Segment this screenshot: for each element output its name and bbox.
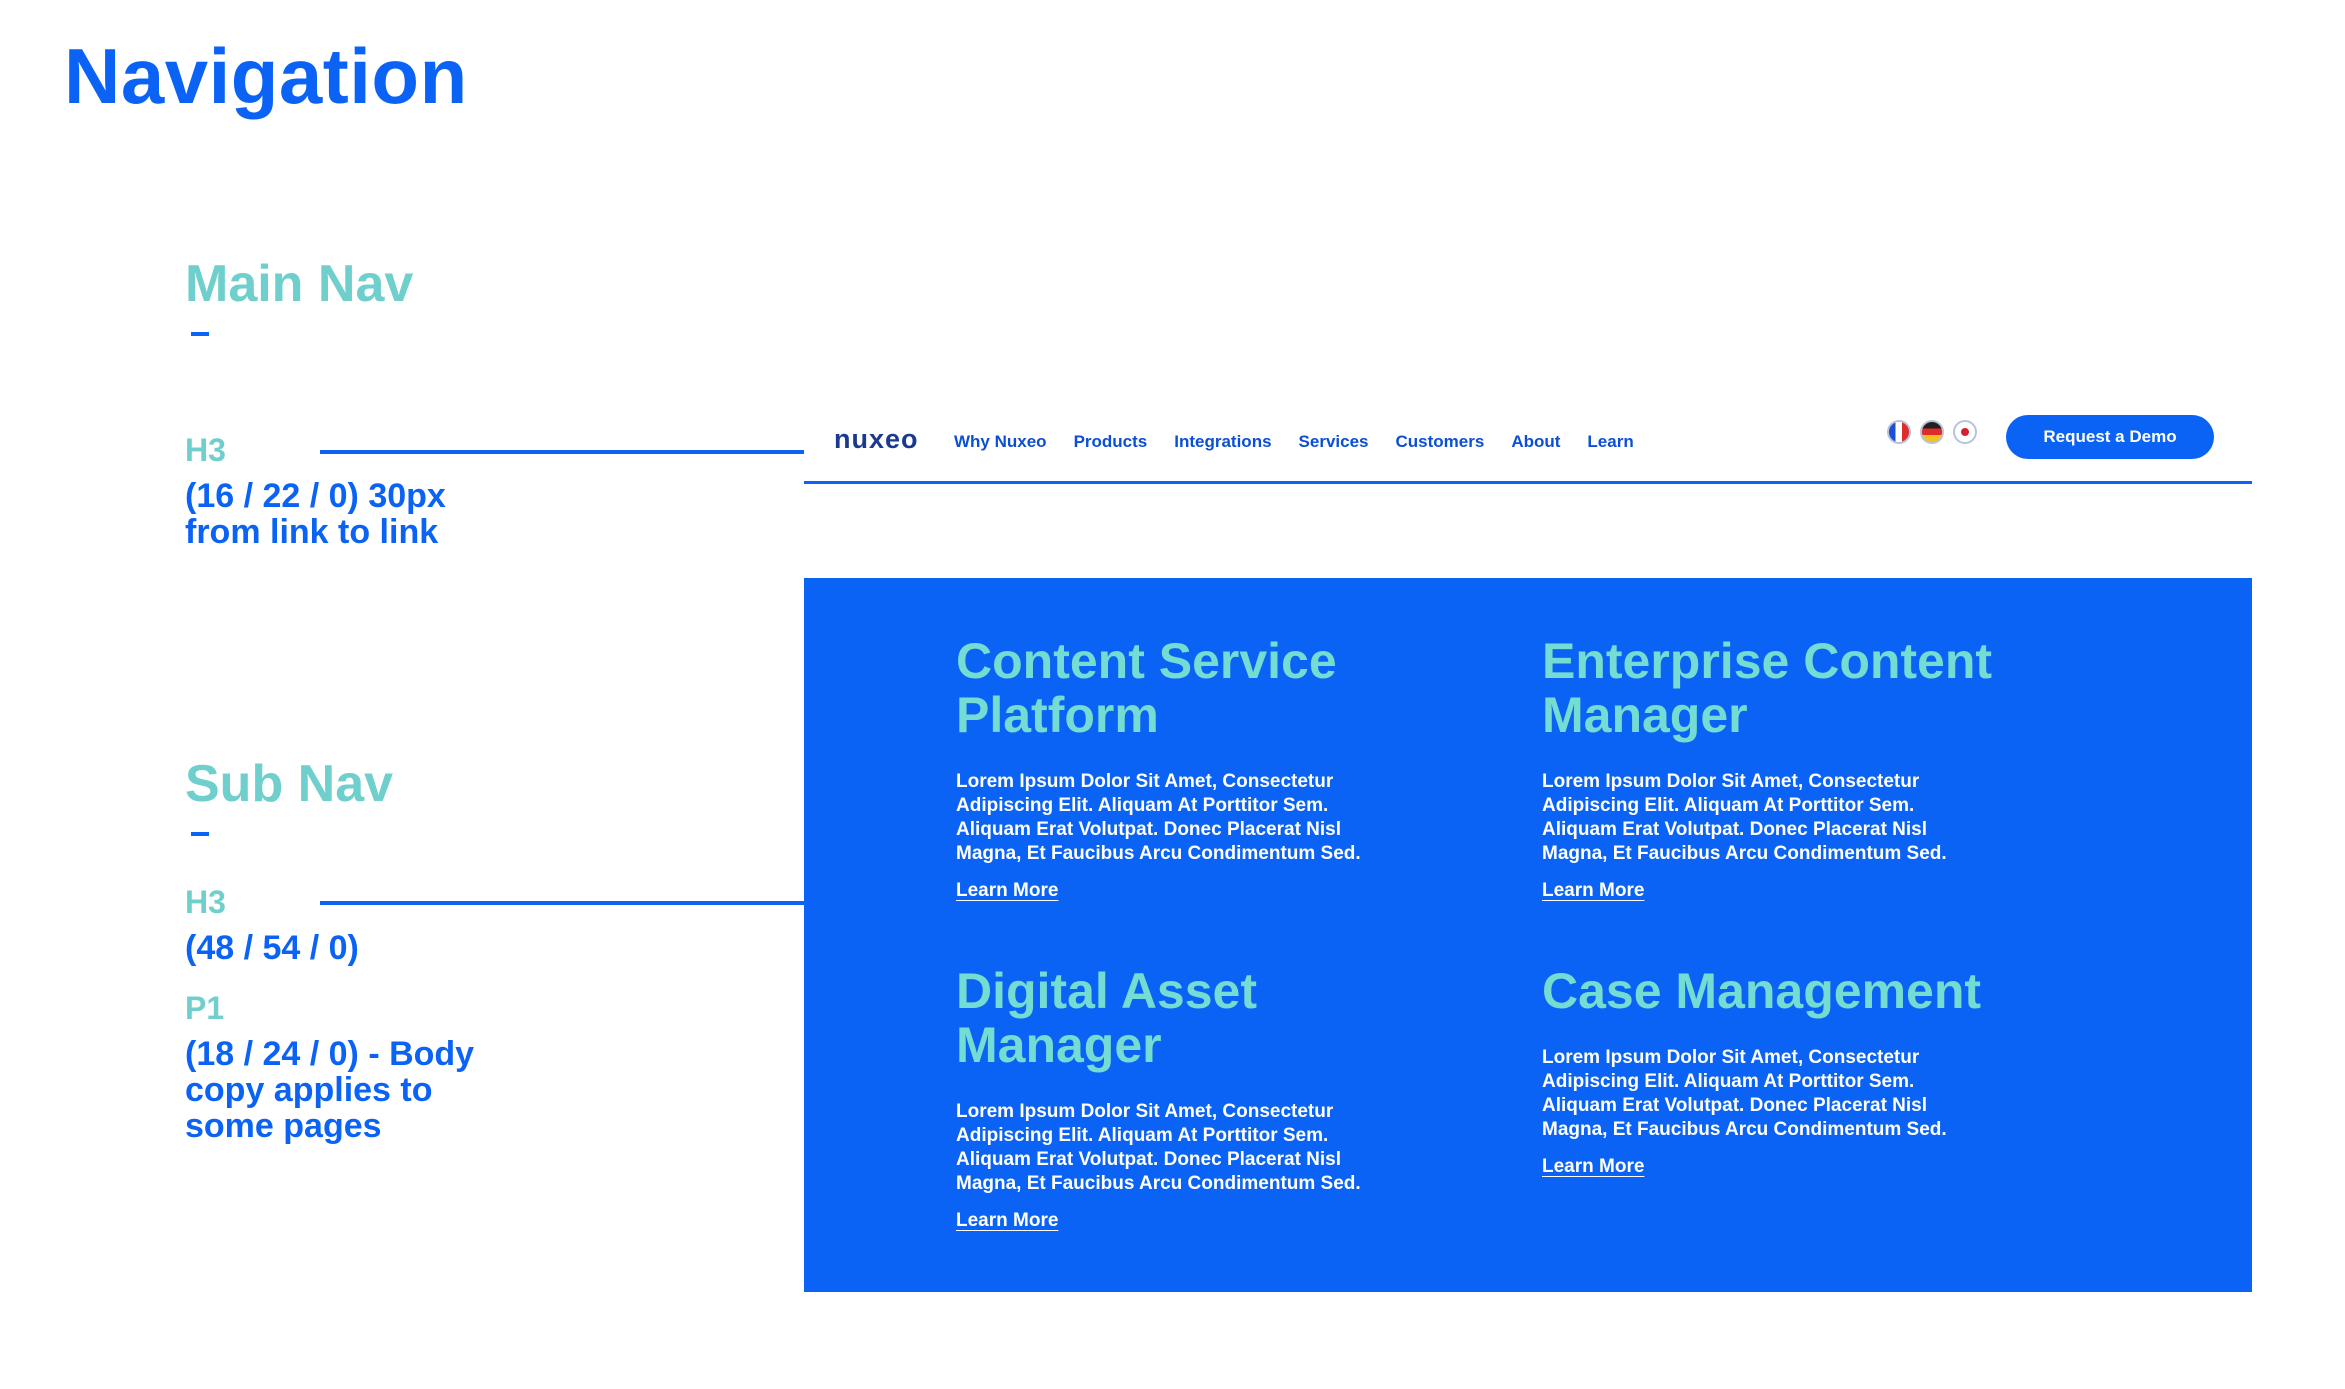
sub-nav-leader-line [320,901,804,905]
sub-nav-card: Enterprise Content Manager Lorem Ipsum D… [1542,634,2062,902]
sub-nav-section-dash [191,832,209,836]
nuxeo-logo[interactable]: nuxeo [834,424,919,455]
nav-link-integrations[interactable]: Integrations [1174,432,1271,452]
sub-nav-panel: Content Service Platform Lorem Ipsum Dol… [804,578,2252,1292]
learn-more-link[interactable]: Learn More [956,880,1058,902]
main-nav-links: Why Nuxeo Products Integrations Services… [954,432,1634,452]
flag-japan-icon[interactable] [1953,420,1977,444]
request-demo-button[interactable]: Request a Demo [2006,415,2214,459]
sub-nav-h3-tag: H3 [185,884,226,920]
sub-nav-h3-spec: (48 / 54 / 0) [185,929,359,967]
card-body: Lorem Ipsum Dolor Sit Amet, Consectetur … [1542,771,1947,864]
main-nav-bar: nuxeo Why Nuxeo Products Integrations Se… [804,410,2252,484]
card-body: Lorem Ipsum Dolor Sit Amet, Consectetur … [956,771,1361,864]
page-title: Navigation [64,32,468,120]
nav-link-customers[interactable]: Customers [1396,432,1485,452]
flag-france-icon[interactable] [1887,420,1911,444]
card-title: Digital Asset Manager [956,963,1258,1073]
learn-more-link[interactable]: Learn More [956,1210,1058,1232]
sub-nav-card: Content Service Platform Lorem Ipsum Dol… [956,634,1476,902]
main-nav-leader-line [320,450,804,454]
main-nav-h3-spec: (16 / 22 / 0) 30px from link to link [185,477,446,551]
nav-link-about[interactable]: About [1511,432,1560,452]
learn-more-link[interactable]: Learn More [1542,1156,1644,1178]
sub-nav-card: Digital Asset Manager Lorem Ipsum Dolor … [956,964,1476,1232]
main-nav-h3-tag: H3 [185,432,226,468]
card-title: Content Service Platform [956,633,1337,743]
nav-link-why-nuxeo[interactable]: Why Nuxeo [954,432,1047,452]
learn-more-link[interactable]: Learn More [1542,880,1644,902]
card-body: Lorem Ipsum Dolor Sit Amet, Consectetur … [1542,1047,1947,1140]
sub-nav-card: Case Management Lorem Ipsum Dolor Sit Am… [1542,964,2062,1178]
card-title: Case Management [1542,963,1982,1019]
flag-germany-icon[interactable] [1920,420,1944,444]
sub-nav-section-title: Sub Nav [185,755,394,813]
main-nav-section-title: Main Nav [185,255,414,313]
main-nav-section-dash [191,332,209,336]
nav-link-products[interactable]: Products [1074,432,1148,452]
language-switcher [1887,420,1977,444]
card-title: Enterprise Content Manager [1542,633,1993,743]
nav-link-learn[interactable]: Learn [1587,432,1633,452]
card-body: Lorem Ipsum Dolor Sit Amet, Consectetur … [956,1101,1361,1194]
sub-nav-p1-tag: P1 [185,990,225,1026]
nav-link-services[interactable]: Services [1299,432,1369,452]
sub-nav-p1-spec: (18 / 24 / 0) - Body copy applies to som… [185,1035,475,1145]
